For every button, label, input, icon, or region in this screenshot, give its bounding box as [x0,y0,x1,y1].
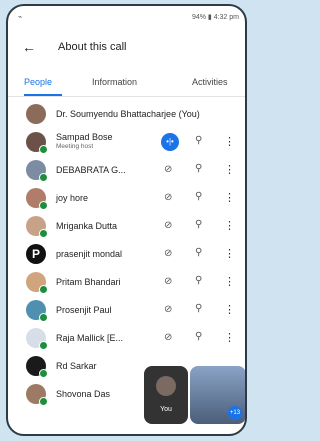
participant-name: DEBABRATA G... [56,165,126,175]
participant-name: Rd Sarkar [56,361,97,371]
avatar [26,216,48,238]
online-dot [39,369,48,378]
participant-name: prasenjit mondal [56,249,123,259]
online-dot [39,173,48,182]
pin-icon[interactable]: ⚲ [195,275,202,286]
pin-icon[interactable]: ⚲ [195,163,202,174]
avatar [26,104,46,124]
online-dot [39,285,48,294]
more-options-icon[interactable]: ⋮ [224,219,235,232]
tab-bar: People Information Activities [8,68,245,97]
participant-row[interactable]: Prosenjit Paul ⊘ ⚲ ⋮ [8,296,245,324]
speaking-mic-icon[interactable]: •|• [161,133,179,151]
more-options-icon[interactable]: ⋮ [224,247,235,260]
participant-name: Pritam Bhandari [56,277,121,287]
participant-name: Prosenjit Paul [56,305,112,315]
more-options-icon[interactable]: ⋮ [224,135,235,148]
participant-row[interactable]: Sampad Bose Meeting host •|• ⚲ ⋮ [8,128,245,156]
tab-information[interactable]: Information [92,77,137,87]
online-dot [39,341,48,350]
mic-off-icon: ⊘ [164,332,173,343]
pin-icon[interactable]: ⚲ [195,135,202,146]
header: ← About this call [8,34,245,60]
avatar [26,356,48,378]
status-bar: ⌁ 94% ▮ 4:32 pm [8,6,245,26]
phone-frame: ⌁ 94% ▮ 4:32 pm ← About this call People… [6,4,247,436]
back-arrow-icon[interactable]: ← [22,39,36,55]
avatar-letter-p: P [26,244,46,264]
avatar [26,300,48,322]
self-avatar [156,376,176,396]
status-left: ⌁ [18,14,23,21]
tab-underline [24,94,62,96]
video-preview-tile[interactable]: +13 [190,366,245,424]
self-view-tile[interactable]: You [144,366,188,424]
more-options-icon[interactable]: ⋮ [224,163,235,176]
participant-name: Sampad Bose [56,132,113,142]
participant-name: Dr. Soumyendu Bhattacharjee (You) [56,109,200,119]
tab-activities[interactable]: Activities [192,77,228,87]
participant-row[interactable]: Mriganka Dutta ⊘ ⚲ ⋮ [8,212,245,240]
online-dot [39,229,48,238]
avatar [26,328,48,350]
participant-name: Raja Mallick [E... [56,333,124,343]
more-options-icon[interactable]: ⋮ [224,303,235,316]
more-options-icon[interactable]: ⋮ [224,275,235,288]
participant-row[interactable]: Raja Mallick [E... ⊘ ⚲ ⋮ [8,324,245,352]
online-dot [39,313,48,322]
more-options-icon[interactable]: ⋮ [224,191,235,204]
mic-off-icon: ⊘ [164,164,173,175]
participant-role: Meeting host [56,143,94,150]
participant-row[interactable]: P prasenjit mondal ⊘ ⚲ ⋮ [8,240,245,268]
mic-off-icon: ⊘ [164,304,173,315]
status-right: 94% ▮ 4:32 pm [191,14,239,21]
mic-off-icon: ⊘ [164,248,173,259]
tab-people[interactable]: People [24,77,52,87]
participant-row[interactable]: joy hore ⊘ ⚲ ⋮ [8,184,245,212]
participant-name: Shovona Das [56,389,111,399]
more-options-icon[interactable]: ⋮ [224,331,235,344]
avatar [26,160,48,182]
avatar [26,272,48,294]
online-dot [39,397,48,406]
participant-row[interactable]: DEBABRATA G... ⊘ ⚲ ⋮ [8,156,245,184]
online-dot [39,145,48,154]
avatar [26,384,48,406]
self-label: You [160,406,172,413]
pin-icon[interactable]: ⚲ [195,219,202,230]
mic-off-icon: ⊘ [164,192,173,203]
participant-row[interactable]: Dr. Soumyendu Bhattacharjee (You) [8,100,245,128]
pin-icon[interactable]: ⚲ [195,247,202,258]
page-title: About this call [58,41,127,53]
pin-icon[interactable]: ⚲ [195,303,202,314]
mic-off-icon: ⊘ [164,220,173,231]
participant-name: Mriganka Dutta [56,221,118,231]
participant-name: joy hore [56,193,89,203]
avatar [26,188,48,210]
pin-icon[interactable]: ⚲ [195,191,202,202]
mic-off-icon: ⊘ [164,276,173,287]
avatar [26,132,48,154]
online-dot [39,201,48,210]
participant-row[interactable]: Pritam Bhandari ⊘ ⚲ ⋮ [8,268,245,296]
pin-icon[interactable]: ⚲ [195,331,202,342]
participant-count-badge: +13 [228,406,242,420]
